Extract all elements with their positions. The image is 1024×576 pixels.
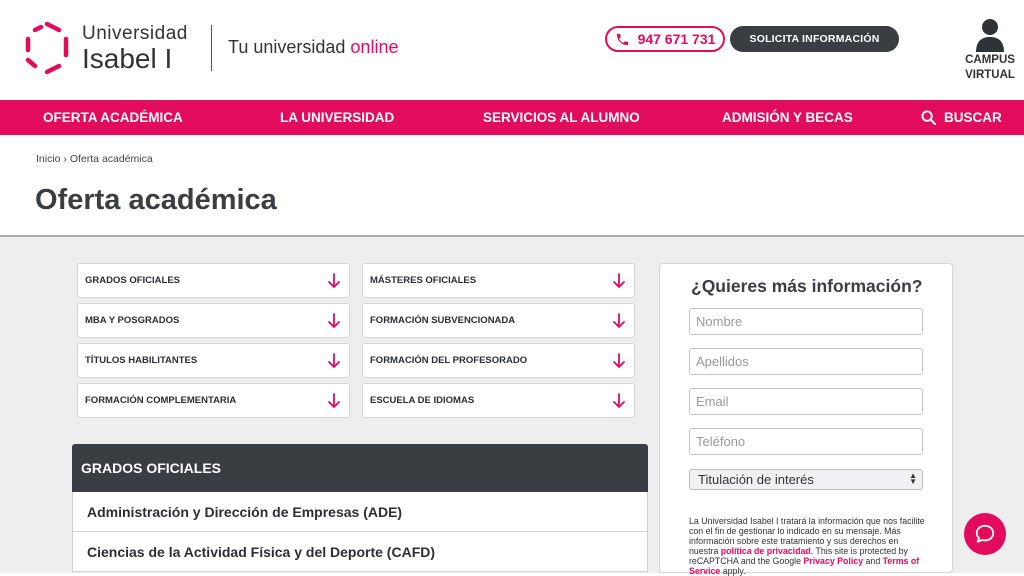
info-request-form: ¿Quieres más información? Nombre Apellid…: [659, 263, 953, 576]
category-label: ESCUELA DE IDIOMAS: [370, 395, 475, 406]
arrow-down-icon: [613, 313, 625, 328]
legal-notice: La Universidad Isabel I tratará la infor…: [689, 516, 927, 576]
campus-label-line2: VIRTUAL: [965, 69, 1015, 81]
nav-servicios-alumno[interactable]: SERVICIOS AL ALUMNO: [483, 100, 640, 135]
legal-text-4: apply.: [720, 566, 746, 576]
category-label: FORMACIÓN COMPLEMENTARIA: [85, 395, 237, 406]
nav-search[interactable]: BUSCAR: [921, 100, 1002, 135]
university-logo[interactable]: Universidad Isabel I: [22, 20, 188, 76]
form-title: ¿Quieres más información?: [691, 276, 923, 296]
arrow-down-icon: [328, 313, 340, 328]
category-masteres-oficiales[interactable]: MÁSTERES OFICIALES: [362, 263, 635, 298]
tagline-text: Tu universidad: [228, 37, 346, 57]
category-label: MBA Y POSGRADOS: [85, 315, 180, 326]
phone-button[interactable]: 947 671 731: [605, 26, 725, 52]
program-list-item[interactable]: Ciencias de la Actividad Física y del De…: [72, 532, 648, 572]
category-formacion-subvencionada[interactable]: FORMACIÓN SUBVENCIONADA: [362, 303, 635, 338]
breadcrumb[interactable]: Inicio › Oferta académica: [36, 153, 153, 165]
chat-button[interactable]: [964, 513, 1006, 555]
legal-text-3: and: [863, 556, 883, 566]
tagline: Tu universidad online: [228, 37, 398, 58]
arrow-down-icon: [328, 273, 340, 288]
arrow-down-icon: [613, 353, 625, 368]
arrow-down-icon: [328, 353, 340, 368]
program-list-header: GRADOS OFICIALES: [72, 444, 648, 492]
phone-icon: [616, 33, 628, 45]
category-label: GRADOS OFICIALES: [85, 275, 181, 286]
nav-admision-becas[interactable]: ADMISIÓN Y BECAS: [722, 100, 853, 135]
program-list: GRADOS OFICIALES Administración y Direcc…: [72, 444, 648, 573]
category-grados-oficiales[interactable]: GRADOS OFICIALES: [77, 263, 350, 298]
category-formacion-profesorado[interactable]: FORMACIÓN DEL PROFESORADO: [362, 343, 635, 378]
logo-name-line1: Universidad: [82, 22, 188, 44]
category-label: FORMACIÓN DEL PROFESORADO: [370, 355, 528, 366]
category-titulos-habilitantes[interactable]: TÍTULOS HABILITANTES: [77, 343, 350, 378]
category-escuela-idiomas[interactable]: ESCUELA DE IDIOMAS: [362, 383, 635, 418]
nav-la-universidad[interactable]: LA UNIVERSIDAD: [280, 100, 394, 135]
site-header: Universidad Isabel I Tu universidad onli…: [0, 0, 1024, 100]
category-label: MÁSTERES OFICIALES: [370, 275, 477, 286]
arrow-down-icon: [328, 393, 340, 408]
request-info-button[interactable]: SOLICITA INFORMACIÓN: [730, 26, 899, 52]
nombre-field[interactable]: Nombre: [689, 308, 923, 335]
campus-label-line1: CAMPUS: [965, 54, 1015, 66]
main-nav: OFERTA ACADÉMICA LA UNIVERSIDAD SERVICIO…: [0, 100, 1024, 135]
titulacion-select-value: Titulación de interés: [698, 472, 814, 487]
telefono-field[interactable]: Teléfono: [689, 428, 923, 455]
category-mba-posgrados[interactable]: MBA Y POSGRADOS: [77, 303, 350, 338]
page-title: Oferta académica: [35, 184, 277, 216]
titulacion-select[interactable]: Titulación de interés ▲ ▼: [689, 469, 923, 490]
search-label: BUSCAR: [944, 110, 1002, 125]
campus-virtual-link[interactable]: CAMPUS VIRTUAL: [956, 18, 1024, 82]
chat-icon: [975, 524, 995, 543]
arrow-down-icon: [613, 273, 625, 288]
nav-oferta-academica[interactable]: OFERTA ACADÉMICA: [43, 100, 183, 135]
tagline-accent: online: [350, 37, 399, 57]
category-formacion-complementaria[interactable]: FORMACIÓN COMPLEMENTARIA: [77, 383, 350, 418]
search-icon: [921, 110, 936, 125]
phone-number: 947 671 731: [637, 31, 716, 47]
logo-mark-icon: [25, 21, 69, 75]
google-privacy-link[interactable]: Privacy Policy: [803, 556, 863, 566]
apellidos-field[interactable]: Apellidos: [689, 348, 923, 375]
privacy-policy-link[interactable]: política de privacidad: [721, 546, 811, 556]
program-list-item[interactable]: Administración y Dirección de Empresas (…: [72, 492, 648, 532]
category-label: TÍTULOS HABILITANTES: [85, 355, 198, 366]
email-field[interactable]: Email: [689, 388, 923, 415]
logo-name-line2: Isabel I: [82, 42, 173, 74]
user-icon: [976, 19, 1004, 52]
logo-separator: [211, 25, 212, 71]
arrow-down-icon: [613, 393, 625, 408]
category-label: FORMACIÓN SUBVENCIONADA: [370, 315, 516, 326]
select-arrows-icon: ▲ ▼: [909, 471, 917, 486]
